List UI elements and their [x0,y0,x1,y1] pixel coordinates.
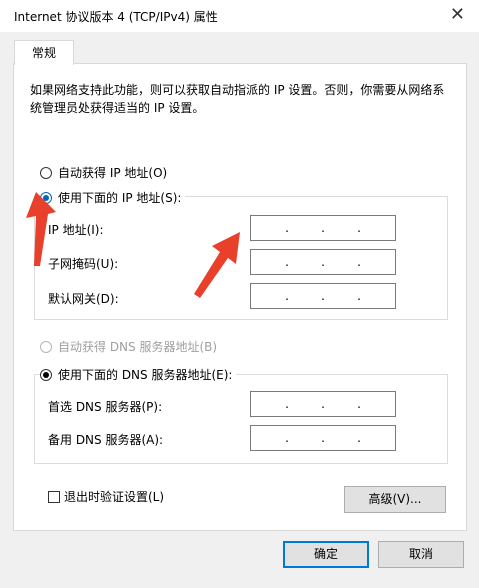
annotation-arrow-ip-icon [194,232,240,298]
ip-auto-option[interactable]: 自动获得 IP 地址(O) [40,164,172,181]
ip-manual-label: 使用下面的 IP 地址(S): [58,191,182,205]
preferred-dns-input[interactable]: ... [250,391,396,417]
alternate-dns-input[interactable]: ... [250,425,396,451]
annotation-arrow-radio-icon [26,192,56,266]
description-text: 如果网络支持此功能，则可以获取自动指派的 IP 设置。否则，你需要从网络系统管理… [30,83,445,115]
ip-auto-radio[interactable] [40,166,52,179]
window-title: Internet 协议版本 4 (TCP/IPv4) 属性 [14,10,218,24]
dns-manual-option[interactable]: 使用下面的 DNS 服务器地址(E): [40,366,237,383]
dns-auto-label: 自动获得 DNS 服务器地址(B) [58,340,218,354]
cancel-button[interactable]: 取消 [378,541,464,568]
dns-auto-option[interactable]: 自动获得 DNS 服务器地址(B) [40,338,222,355]
tab-general[interactable]: 常规 [14,40,74,65]
alternate-dns-label: 备用 DNS 服务器(A): [48,433,164,447]
ip-auto-label: 自动获得 IP 地址(O) [58,166,168,180]
preferred-dns-label: 首选 DNS 服务器(P): [48,400,163,414]
default-gateway-label: 默认网关(D): [48,292,119,306]
dns-manual-radio[interactable] [40,368,52,381]
validate-on-exit-option[interactable]: 退出时验证设置(L) [48,488,164,505]
ip-address-input[interactable]: ... [250,215,396,241]
validate-on-exit-label: 退出时验证设置(L) [64,490,165,504]
title-bar: Internet 协议版本 4 (TCP/IPv4) 属性 ✕ [0,0,479,32]
default-gateway-input[interactable]: ... [250,283,396,309]
dns-manual-label: 使用下面的 DNS 服务器地址(E): [58,368,233,382]
dns-auto-radio[interactable] [40,340,52,353]
advanced-button[interactable]: 高级(V)... [344,486,446,513]
validate-on-exit-checkbox[interactable] [48,490,60,503]
close-icon[interactable]: ✕ [450,4,465,25]
ok-button[interactable]: 确定 [283,541,369,568]
subnet-mask-input[interactable]: ... [250,249,396,275]
